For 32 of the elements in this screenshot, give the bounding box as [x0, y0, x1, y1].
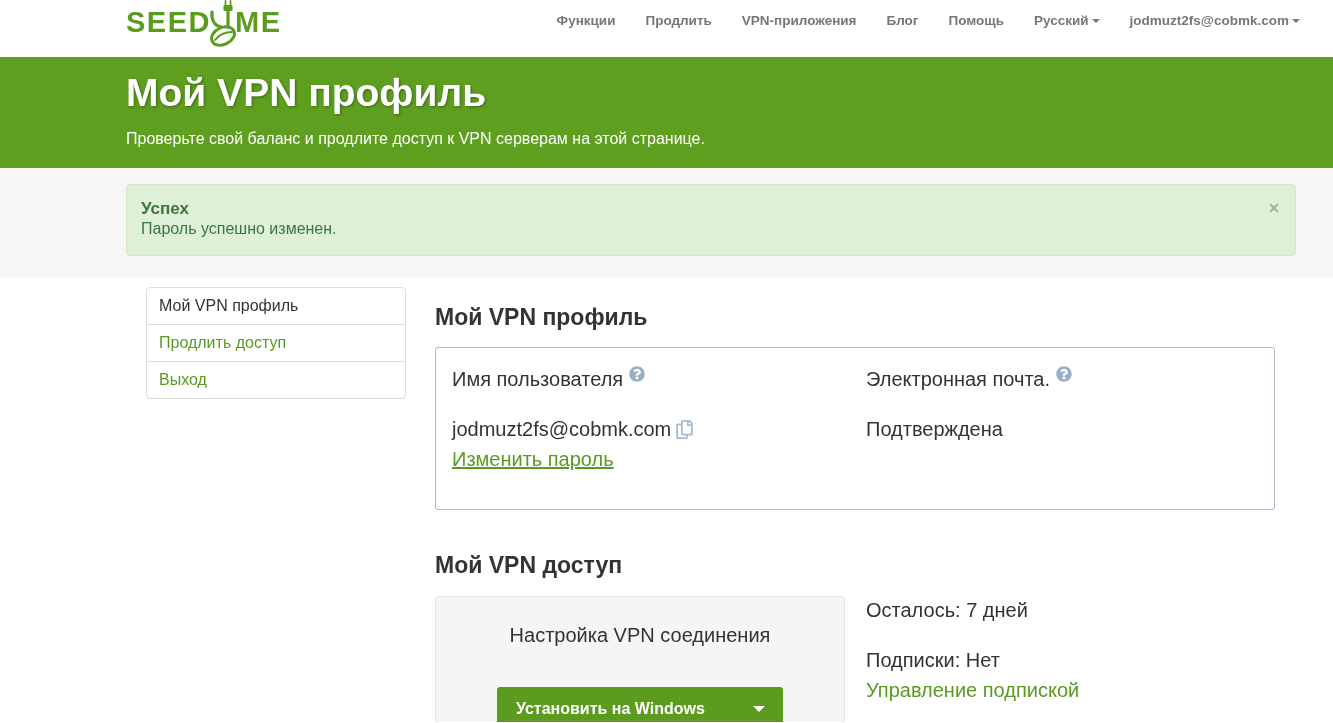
site-logo[interactable]: SEED ME	[126, 0, 282, 48]
setup-title: Настройка VPN соединения	[509, 623, 771, 647]
nav-link[interactable]: Блог	[871, 0, 934, 31]
field-value: Подтверждена	[866, 417, 1003, 442]
install-button[interactable]: Установить на Windows	[497, 687, 783, 722]
field-value: jodmuzt2fs@cobmk.com	[452, 417, 672, 442]
nav-dropdown[interactable]: Русский	[1019, 0, 1115, 31]
nav-link[interactable]: VPN-приложения	[726, 0, 872, 31]
close-icon[interactable]	[1269, 203, 1279, 213]
alert-title: Успех	[141, 199, 190, 219]
copy-icon[interactable]	[676, 419, 694, 439]
nav-dropdown[interactable]: jodmuzt2fs@cobmk.com	[1114, 0, 1300, 31]
sidebar-item[interactable]: Мой VPN профиль	[147, 288, 405, 324]
nav-link[interactable]: Продлить	[630, 0, 727, 31]
page-title: Мой VPN профиль	[126, 70, 488, 116]
nav-link[interactable]: Помощь	[933, 0, 1019, 31]
help-icon[interactable]	[629, 366, 646, 382]
page-subtitle: Проверьте свой баланс и продлите доступ к VPN серверам на этой странице.	[126, 129, 706, 149]
nav-link[interactable]: Функции	[541, 0, 631, 31]
section-heading: Мой VPN доступ	[435, 551, 624, 580]
field-label: Имя пользователя	[452, 367, 624, 391]
change-password-link[interactable]: Изменить пароль	[452, 444, 614, 474]
days-remaining-text: Осталось: 7 дней	[866, 598, 1028, 623]
sidebar-item[interactable]: Выход	[147, 361, 405, 398]
plug-seed-icon	[207, 0, 237, 48]
sidebar-item[interactable]: Продлить доступ	[147, 324, 405, 361]
alert-message: Пароль успешно изменен.	[141, 219, 337, 239]
manage-subscription-link[interactable]: Управление подпиской	[866, 675, 1080, 705]
field-label: Электронная почта.	[866, 367, 1051, 391]
subscriptions-text: Подписки: Нет	[866, 648, 1000, 673]
help-icon[interactable]	[1056, 366, 1073, 382]
section-heading: Мой VPN профиль	[435, 303, 649, 332]
